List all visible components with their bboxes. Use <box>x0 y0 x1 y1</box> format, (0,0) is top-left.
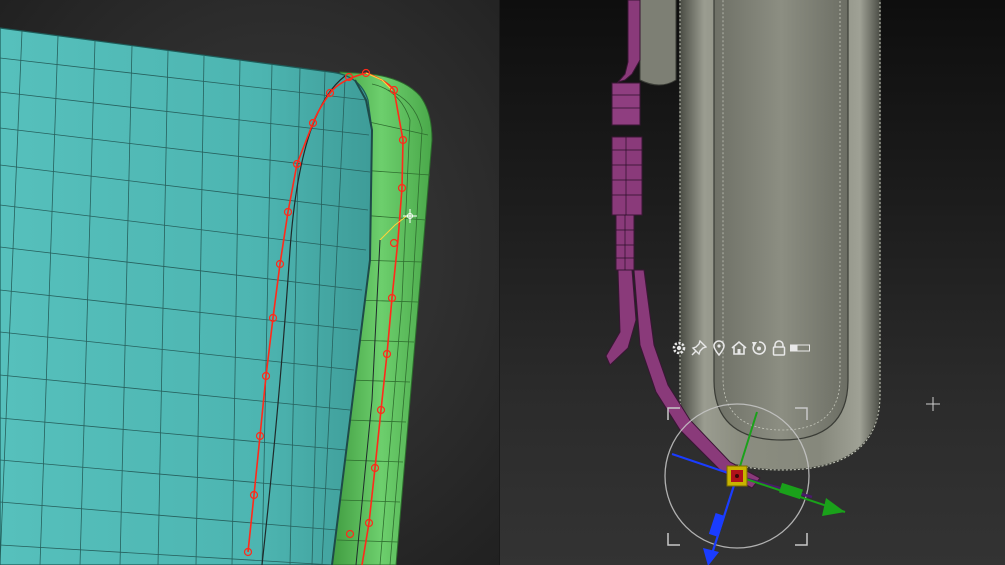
home-icon[interactable] <box>730 339 748 357</box>
gizmo-arrow-green[interactable] <box>822 498 845 516</box>
left-viewport-canvas[interactable] <box>0 0 500 565</box>
right-viewport[interactable] <box>500 0 1005 565</box>
slider-bar-icon[interactable] <box>790 339 810 357</box>
gizmo-arrow-blue[interactable] <box>703 548 719 565</box>
right-viewport-canvas[interactable] <box>500 0 1005 565</box>
lock-icon[interactable] <box>770 339 788 357</box>
pin-icon[interactable] <box>690 339 708 357</box>
gear-icon[interactable] <box>670 339 688 357</box>
crosshair-cursor-icon <box>926 397 940 411</box>
location-pin-icon[interactable] <box>710 339 728 357</box>
rotate-reset-icon[interactable] <box>750 339 768 357</box>
left-viewport[interactable] <box>0 0 500 565</box>
gizmo-toolbar <box>670 338 810 358</box>
